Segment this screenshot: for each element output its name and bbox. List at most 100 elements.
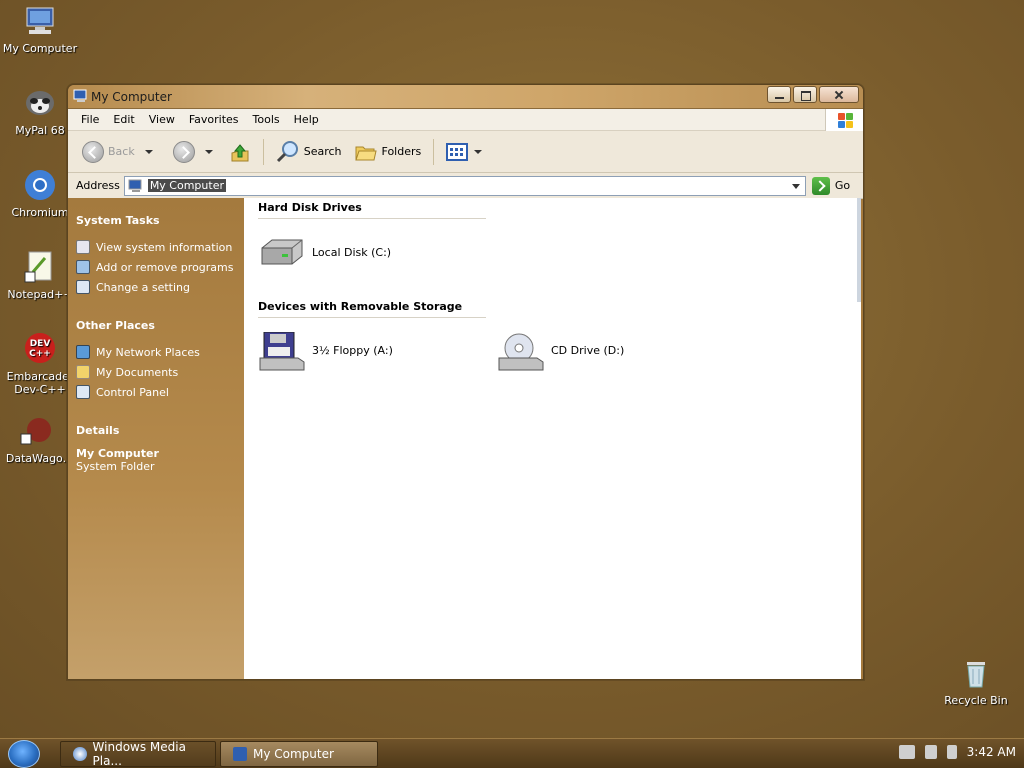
go-label: Go [834, 179, 851, 192]
group-hard-disk-drives: Hard Disk Drives [258, 201, 486, 219]
menu-bar: File Edit View Favorites Tools Help [68, 109, 863, 131]
menu-favorites[interactable]: Favorites [182, 113, 246, 126]
details-name: My Computer [76, 447, 159, 460]
place-control-panel[interactable]: Control Panel [76, 382, 236, 402]
search-icon [276, 140, 298, 162]
address-input[interactable]: My Computer [123, 175, 806, 196]
menu-view[interactable]: View [142, 113, 182, 126]
address-dropdown-icon[interactable] [789, 179, 803, 193]
computer-icon [128, 179, 142, 192]
menu-file[interactable]: File [74, 113, 106, 126]
place-label: Control Panel [96, 385, 169, 399]
drive-cd-d[interactable]: CD Drive (D:) [497, 332, 625, 371]
details-title: Details [76, 424, 120, 437]
volume-icon[interactable] [946, 745, 957, 759]
address-label: Address [76, 179, 120, 192]
drive-local-disk-c[interactable]: Local Disk (C:) [258, 234, 391, 270]
control-panel-icon [76, 280, 90, 294]
media-player-icon [73, 747, 87, 761]
svg-text:DEV: DEV [30, 339, 51, 349]
cd-drive-icon [497, 332, 545, 371]
my-documents-icon [76, 365, 90, 379]
computer-icon [233, 747, 247, 761]
task-label: Change a setting [96, 280, 190, 294]
datawagon-icon [19, 414, 53, 448]
go-button[interactable]: Go [811, 176, 851, 195]
title-bar[interactable]: My Computer [68, 85, 863, 109]
taskbar: Windows Media Pla... My Computer 3:42 AM [0, 738, 1024, 768]
forward-button[interactable] [169, 139, 199, 165]
drive-floppy-a[interactable]: 3½ Floppy (A:) [258, 331, 393, 371]
task-change-setting[interactable]: Change a setting [76, 277, 236, 297]
clock[interactable]: 3:42 AM [967, 745, 1016, 759]
svg-text:C++: C++ [29, 349, 51, 359]
task-pane: System Tasks View system information Add… [68, 198, 244, 679]
task-add-remove-programs[interactable]: Add or remove programs [76, 257, 236, 277]
start-button[interactable] [8, 740, 40, 768]
network-places-icon [76, 345, 90, 359]
desktop-icon-datawago[interactable]: DataWago. [0, 414, 76, 465]
desktop-icon-label: My Computer [2, 42, 78, 55]
minimize-button[interactable] [767, 86, 791, 103]
up-folder-icon [231, 143, 249, 161]
desktop-icon-label: Recycle Bin [944, 694, 1008, 707]
views-icon [446, 142, 469, 161]
task-view-system-information[interactable]: View system information [76, 237, 236, 257]
network-icon[interactable] [924, 745, 937, 759]
place-label: My Network Places [96, 345, 200, 359]
task-label: View system information [96, 240, 233, 254]
place-my-network-places[interactable]: My Network Places [76, 342, 236, 362]
place-my-documents[interactable]: My Documents [76, 362, 236, 382]
devcpp-icon: DEV C++ [23, 332, 57, 366]
add-remove-programs-icon [76, 260, 90, 274]
toolbar-separator [262, 138, 264, 165]
back-button[interactable]: Back [78, 139, 139, 165]
close-button[interactable] [819, 86, 859, 103]
drive-label: Local Disk (C:) [312, 245, 392, 259]
forward-arrow-icon [172, 140, 195, 163]
keyboard-icon[interactable] [898, 745, 915, 759]
menu-help[interactable]: Help [287, 113, 326, 126]
back-arrow-icon [82, 140, 104, 163]
maximize-button[interactable] [793, 86, 817, 103]
control-panel-icon [76, 385, 90, 399]
toolbar: Back Search Folders [68, 131, 863, 173]
task-label: Add or remove programs [96, 260, 234, 274]
computer-icon [73, 89, 89, 103]
file-view[interactable]: Hard Disk Drives Local Disk (C:) Devices… [244, 198, 861, 679]
raccoon-icon [23, 86, 57, 120]
forward-dropdown-icon[interactable] [204, 149, 213, 154]
scrollbar[interactable] [857, 198, 861, 302]
toolbar-separator [433, 138, 435, 165]
system-tasks-title: System Tasks [76, 214, 160, 227]
system-info-icon [76, 240, 90, 254]
desktop-icon-recycle-bin[interactable]: Recycle Bin [936, 656, 1016, 707]
menu-tools[interactable]: Tools [246, 113, 287, 126]
taskbar-button-label: Windows Media Pla... [92, 740, 186, 768]
desktop-icon-label: DataWago. [5, 452, 67, 465]
floppy-drive-icon [258, 331, 306, 371]
place-label: My Documents [96, 365, 179, 379]
views-button[interactable] [442, 141, 486, 163]
window-title: My Computer [91, 90, 172, 104]
desktop-icon-my-computer[interactable]: My Computer [0, 4, 80, 55]
taskbar-button-my-computer[interactable]: My Computer [220, 741, 378, 767]
taskbar-button-media-player[interactable]: Windows Media Pla... [60, 740, 216, 768]
taskbar-button-label: My Computer [253, 747, 334, 761]
back-label: Back [108, 145, 135, 158]
my-computer-window[interactable]: My Computer File Edit View Favorites Too… [67, 84, 864, 680]
chromium-icon [23, 168, 57, 202]
up-button[interactable] [225, 139, 255, 165]
details-type: System Folder [76, 460, 155, 473]
folders-label: Folders [381, 145, 422, 158]
search-button[interactable]: Search [272, 138, 346, 166]
address-bar: Address My Computer Go [68, 173, 863, 199]
address-value: My Computer [147, 179, 226, 192]
back-dropdown-icon[interactable] [144, 149, 153, 154]
menu-edit[interactable]: Edit [106, 113, 141, 126]
drive-label: CD Drive (D:) [551, 343, 625, 357]
recycle-bin-icon [959, 656, 993, 690]
hard-disk-icon [258, 234, 306, 270]
folders-button[interactable]: Folders [350, 139, 426, 165]
notepad-icon [23, 250, 57, 284]
